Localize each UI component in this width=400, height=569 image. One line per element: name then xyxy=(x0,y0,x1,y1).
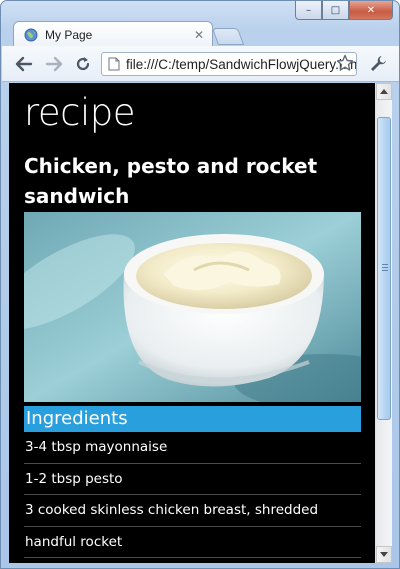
scroll-down-arrow-icon xyxy=(380,552,388,557)
ingredient-item: handful rocket xyxy=(24,527,361,558)
forward-button[interactable] xyxy=(44,54,64,74)
forward-arrow-icon xyxy=(45,56,63,72)
address-bar[interactable]: file:///C:/temp/SandwichFlowjQuery.html xyxy=(101,52,357,76)
back-button[interactable] xyxy=(14,54,34,74)
star-icon[interactable] xyxy=(336,54,354,72)
close-tab-icon[interactable]: ✕ xyxy=(194,28,204,42)
tab-my-page[interactable]: My Page ✕ xyxy=(13,21,213,47)
page-icon xyxy=(108,57,120,71)
page-viewport: recipe Chicken, pesto and rocket sandwic… xyxy=(9,83,375,563)
page-content: recipe Chicken, pesto and rocket sandwic… xyxy=(24,83,361,558)
scrollbar-thumb[interactable] xyxy=(377,117,391,420)
ingredients-header: Ingredients xyxy=(24,406,361,432)
browser-window: – □ ✕ My Page ✕ file:///C:/temp/Sandwich… xyxy=(0,0,400,569)
mayonnaise-photo xyxy=(24,212,361,402)
wrench-icon[interactable] xyxy=(368,54,388,74)
browser-toolbar: file:///C:/temp/SandwichFlowjQuery.html xyxy=(2,46,399,82)
reload-icon xyxy=(76,57,90,71)
reload-button[interactable] xyxy=(73,54,93,74)
ingredient-item: 1-2 tbsp pesto xyxy=(24,464,361,495)
recipe-title: Chicken, pesto and rocket sandwich xyxy=(24,154,318,208)
scroll-up-button[interactable] xyxy=(376,83,392,100)
vertical-scrollbar[interactable] xyxy=(375,83,392,563)
ingredients-list: 3-4 tbsp mayonnaise 1-2 tbsp pesto 3 coo… xyxy=(24,432,361,558)
new-tab-button[interactable] xyxy=(211,28,245,45)
scroll-down-button[interactable] xyxy=(376,546,392,563)
page-heading: recipe xyxy=(24,91,136,134)
minimize-button[interactable]: – xyxy=(295,1,322,20)
address-text: file:///C:/temp/SandwichFlowjQuery.html xyxy=(126,56,356,72)
window-controls: – □ ✕ xyxy=(295,1,393,21)
tab-title: My Page xyxy=(45,27,93,42)
ingredient-item: 3-4 tbsp mayonnaise xyxy=(24,432,361,464)
globe-icon xyxy=(24,28,38,41)
maximize-button[interactable]: □ xyxy=(322,1,349,20)
close-window-button[interactable]: ✕ xyxy=(349,1,393,20)
scroll-up-arrow-icon xyxy=(380,89,388,94)
back-arrow-icon xyxy=(15,56,33,72)
ingredient-item: 3 cooked skinless chicken breast, shredd… xyxy=(24,495,361,527)
scrollbar-grip-icon xyxy=(382,264,388,271)
